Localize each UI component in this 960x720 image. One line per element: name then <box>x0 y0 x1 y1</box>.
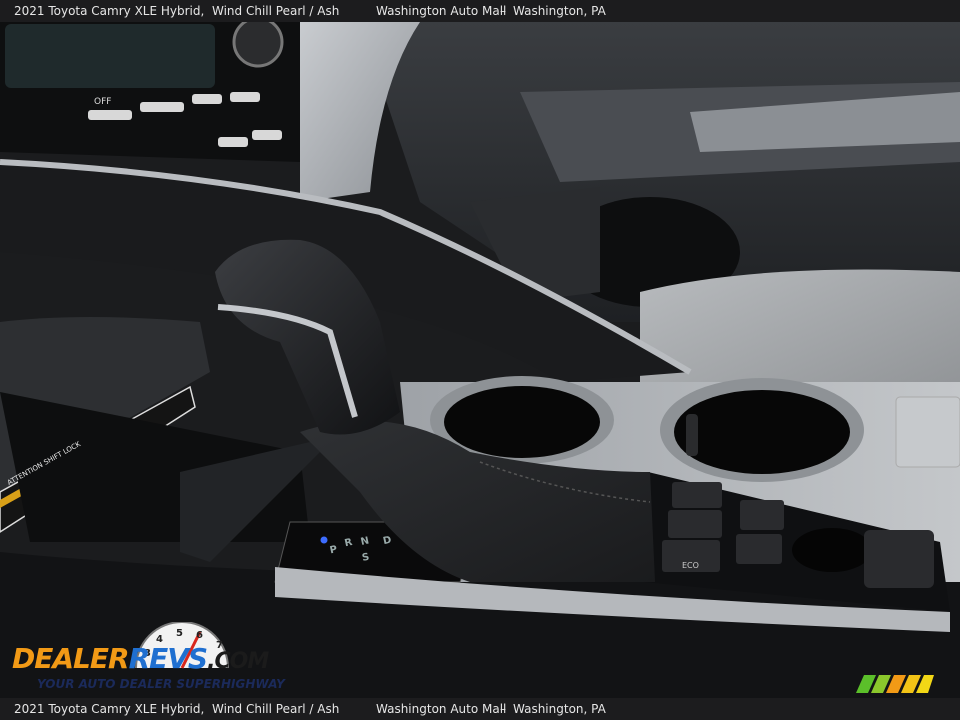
shift-s: S <box>361 551 371 564</box>
logo-dealer: DEALER <box>12 642 130 675</box>
shift-r: R <box>343 536 354 550</box>
logo-wordmark: DEALERREVS.COM <box>12 642 269 675</box>
climate-knob <box>232 22 284 68</box>
shift-d: D <box>382 534 393 548</box>
caption-separator: – <box>500 4 506 18</box>
gauge-number: 6 <box>196 630 203 641</box>
logo-com: .COM <box>207 649 269 674</box>
cupholder-right <box>674 390 850 474</box>
photo-viewer: 2021 Toyota Camry XLE Hybrid, Wind Chill… <box>0 0 960 720</box>
caption-vehicle: 2021 Toyota Camry XLE Hybrid, <box>14 4 205 18</box>
caption-color: Wind Chill Pearl / Ash <box>212 4 340 18</box>
logo-revs: REVS <box>128 642 209 675</box>
caption-bar-bottom: 2021 Toyota Camry XLE Hybrid, Wind Chill… <box>0 698 960 720</box>
interior-photo <box>0 22 960 698</box>
stripes-logo-icon <box>856 675 934 693</box>
caption-vehicle: 2021 Toyota Camry XLE Hybrid, <box>14 702 205 716</box>
caption-separator: – <box>500 702 506 716</box>
shift-p: P <box>328 544 339 557</box>
cupholder-left <box>444 386 600 458</box>
caption-location: Washington, PA <box>513 702 606 716</box>
dealerrevs-logo: 3 4 5 6 7 DEALERREVS.COM YOUR AUTO DEALE… <box>12 622 285 694</box>
caption-dealer: Washington Auto Mall <box>376 702 507 716</box>
caption-location: Washington, PA <box>513 4 606 18</box>
climate-off-label: OFF <box>94 97 112 107</box>
logo-tagline: YOUR AUTO DEALER SUPERHIGHWAY <box>37 677 285 691</box>
caption-dealer: Washington Auto Mall <box>376 4 507 18</box>
caption-bar-top: 2021 Toyota Camry XLE Hybrid, Wind Chill… <box>0 0 960 22</box>
gauge-number: 5 <box>176 628 183 639</box>
eco-label: ECO <box>682 561 699 570</box>
shift-n: N <box>359 535 371 548</box>
caption-color: Wind Chill Pearl / Ash <box>212 702 340 716</box>
